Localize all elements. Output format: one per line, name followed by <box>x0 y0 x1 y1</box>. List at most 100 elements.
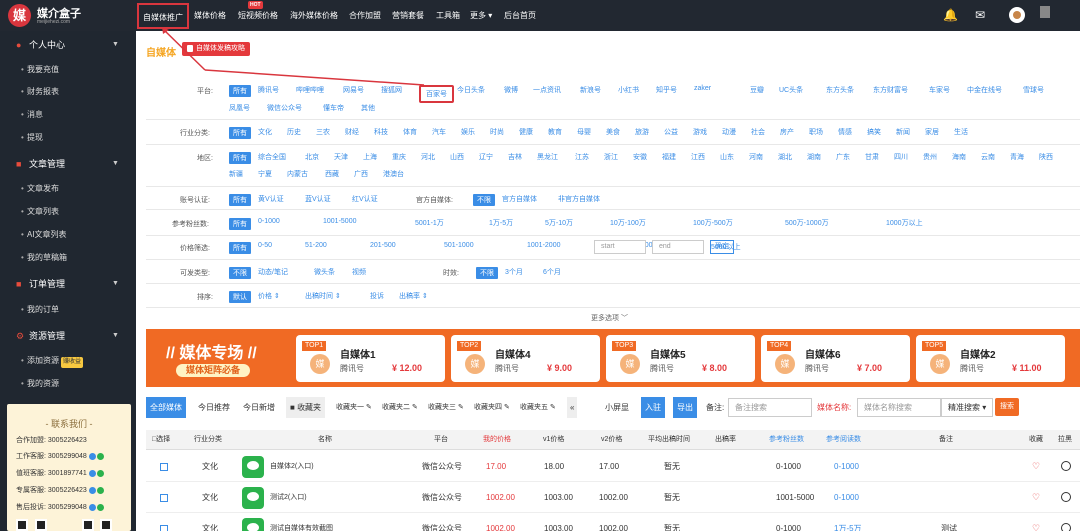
filter-option[interactable]: 港澳台 <box>383 169 404 179</box>
sidebar-item-messages[interactable]: 消息 <box>21 109 43 121</box>
blacklist-icon[interactable] <box>1061 492 1071 502</box>
filter-option[interactable]: 公益 <box>664 127 678 137</box>
filter-option[interactable]: 所有 <box>229 242 251 254</box>
sidebar-section-orders[interactable]: ■ 订单管理 ▼ <box>0 275 136 293</box>
filter-option[interactable]: 吉林 <box>508 152 522 162</box>
filter-option[interactable]: 广西 <box>354 169 368 179</box>
filter-option[interactable]: 搞笑 <box>867 127 881 137</box>
bell-icon[interactable]: 🔔 <box>943 8 958 22</box>
filter-option[interactable]: 动漫 <box>722 127 736 137</box>
filter-option[interactable]: 出稿时间 ⇕ <box>305 291 341 301</box>
filter-option[interactable]: 情感 <box>838 127 852 137</box>
filter-option[interactable]: 不限 <box>476 267 498 279</box>
filter-option[interactable]: 职场 <box>809 127 823 137</box>
filter-option[interactable]: 知乎号 <box>656 85 677 95</box>
qq-icon[interactable] <box>88 452 96 460</box>
filter-option[interactable]: 百家号 <box>419 85 454 103</box>
filter-option[interactable]: 视频 <box>352 267 366 277</box>
filter-option[interactable]: 广东 <box>836 152 850 162</box>
filter-option[interactable]: 历史 <box>287 127 301 137</box>
folder-1[interactable]: 收藏夹一 ✎ <box>336 397 372 418</box>
logo[interactable]: 媒 媒介盒子 meijiehezi.com <box>8 4 128 28</box>
filter-option[interactable]: 山西 <box>450 152 464 162</box>
folder-2[interactable]: 收藏夹二 ✎ <box>382 397 418 418</box>
tab-today-new[interactable]: 今日新增 <box>243 397 275 418</box>
filter-option[interactable]: 1000万以上 <box>886 218 923 228</box>
filter-option[interactable]: 100万-500万 <box>693 218 733 228</box>
filter-option[interactable]: 0-1000 <box>258 218 280 225</box>
sidebar-item-recharge[interactable]: 我要充值 <box>21 64 59 76</box>
folder-5[interactable]: 收藏夹五 ✎ <box>520 397 556 418</box>
filter-option[interactable]: 云南 <box>981 152 995 162</box>
filter-option[interactable]: 投诉 <box>370 291 384 301</box>
filter-option[interactable]: 科技 <box>374 127 388 137</box>
user-avatar[interactable] <box>1009 7 1025 23</box>
filter-option[interactable]: 5001-1万 <box>415 218 444 228</box>
sidebar-item-finance[interactable]: 财务报表 <box>21 86 59 98</box>
filter-option[interactable]: 重庆 <box>392 152 406 162</box>
filter-option[interactable]: 娱乐 <box>461 127 475 137</box>
filter-option[interactable]: 青海 <box>1010 152 1024 162</box>
filter-option[interactable]: 东方财富号 <box>873 85 908 95</box>
filter-option[interactable]: 微信公众号 <box>267 103 302 113</box>
media-name-search-input[interactable]: 媒体名称搜索 <box>857 398 941 417</box>
favorite-heart-icon[interactable]: ♡ <box>1032 451 1040 482</box>
filter-option[interactable]: 所有 <box>229 194 251 206</box>
filter-option[interactable]: 5万-10万 <box>545 218 573 228</box>
filter-option[interactable]: 官方自媒体 <box>502 194 537 204</box>
top-media-card[interactable]: TOP3 媒自媒体5 腾讯号 ¥ 8.00 <box>606 335 755 382</box>
filter-option[interactable]: 豆瓣 <box>750 85 764 95</box>
media-name-link[interactable]: 测试2(入口) <box>270 482 307 513</box>
filter-option[interactable]: 默认 <box>229 291 251 303</box>
sidebar-section-personal[interactable]: ● 个人中心 ▼ <box>0 36 136 54</box>
top-media-card[interactable]: TOP1 媒自媒体1 腾讯号 ¥ 12.00 <box>296 335 445 382</box>
sidebar-item-drafts[interactable]: 我的草稿箱 <box>21 252 67 264</box>
filter-option[interactable]: 房产 <box>780 127 794 137</box>
qq-icon[interactable] <box>88 486 96 494</box>
nav-marketing-package[interactable]: 营销套餐 <box>392 0 424 31</box>
sidebar-item-withdraw[interactable]: 提现 <box>21 132 43 144</box>
filter-option[interactable]: 西藏 <box>325 169 339 179</box>
filter-option[interactable]: 非官方自媒体 <box>558 194 600 204</box>
filter-option[interactable]: 51-200 <box>305 242 327 249</box>
edit-icon[interactable]: ✎ <box>458 404 464 411</box>
filter-option[interactable]: 所有 <box>229 85 251 97</box>
filter-option[interactable]: 健康 <box>519 127 533 137</box>
filter-option[interactable]: 其他 <box>361 103 375 113</box>
search-button[interactable]: 搜索 <box>995 398 1019 416</box>
filter-option[interactable]: 3个月 <box>505 267 523 277</box>
qq-icon[interactable] <box>88 469 96 477</box>
filter-option[interactable]: 时尚 <box>490 127 504 137</box>
blacklist-icon[interactable] <box>1061 461 1071 471</box>
filter-option[interactable]: 家居 <box>925 127 939 137</box>
filter-option[interactable]: 山东 <box>720 152 734 162</box>
filter-option[interactable]: 新浪号 <box>580 85 601 95</box>
filter-option[interactable]: 综合全国 <box>258 152 286 162</box>
filter-option[interactable]: 1001-5000 <box>323 218 356 225</box>
filter-option[interactable]: 不限 <box>473 194 495 206</box>
nav-dashboard[interactable]: 后台首页 <box>504 0 536 31</box>
edit-icon[interactable]: ✎ <box>366 404 372 411</box>
wechat-icon[interactable] <box>96 452 104 460</box>
filter-option[interactable]: 黑龙江 <box>537 152 558 162</box>
filter-option[interactable]: 湖北 <box>778 152 792 162</box>
filter-option[interactable]: 所有 <box>229 127 251 139</box>
remark-search-input[interactable]: 备注搜索 <box>728 398 812 417</box>
filter-option[interactable]: 美食 <box>606 127 620 137</box>
table-row[interactable]: 文化 自媒体2(入口) 微信公众号 17.00 18.00 17.00 暂无 0-1000 0-… <box>146 451 1080 482</box>
filter-option[interactable]: 天津 <box>334 152 348 162</box>
filter-option[interactable]: 蓝V认证 <box>305 194 331 204</box>
nav-toolbox[interactable]: 工具箱 <box>436 0 460 31</box>
filter-option[interactable]: 所有 <box>229 218 251 230</box>
mail-icon[interactable]: ✉ <box>975 8 985 22</box>
filter-option[interactable]: 新闻 <box>896 127 910 137</box>
filter-option[interactable]: 动态/笔记 <box>258 267 288 277</box>
filter-option[interactable]: 6个月 <box>543 267 561 277</box>
filter-option[interactable]: 凤凰号 <box>229 103 250 113</box>
filter-option[interactable]: 出稿率 ⇕ <box>399 291 428 301</box>
filter-option[interactable]: 河北 <box>421 152 435 162</box>
column-header[interactable]: □选择 <box>152 430 170 450</box>
filter-option[interactable]: 所有 <box>229 152 251 164</box>
filter-option[interactable]: 500万-1000万 <box>785 218 829 228</box>
filter-option[interactable]: 三农 <box>316 127 330 137</box>
